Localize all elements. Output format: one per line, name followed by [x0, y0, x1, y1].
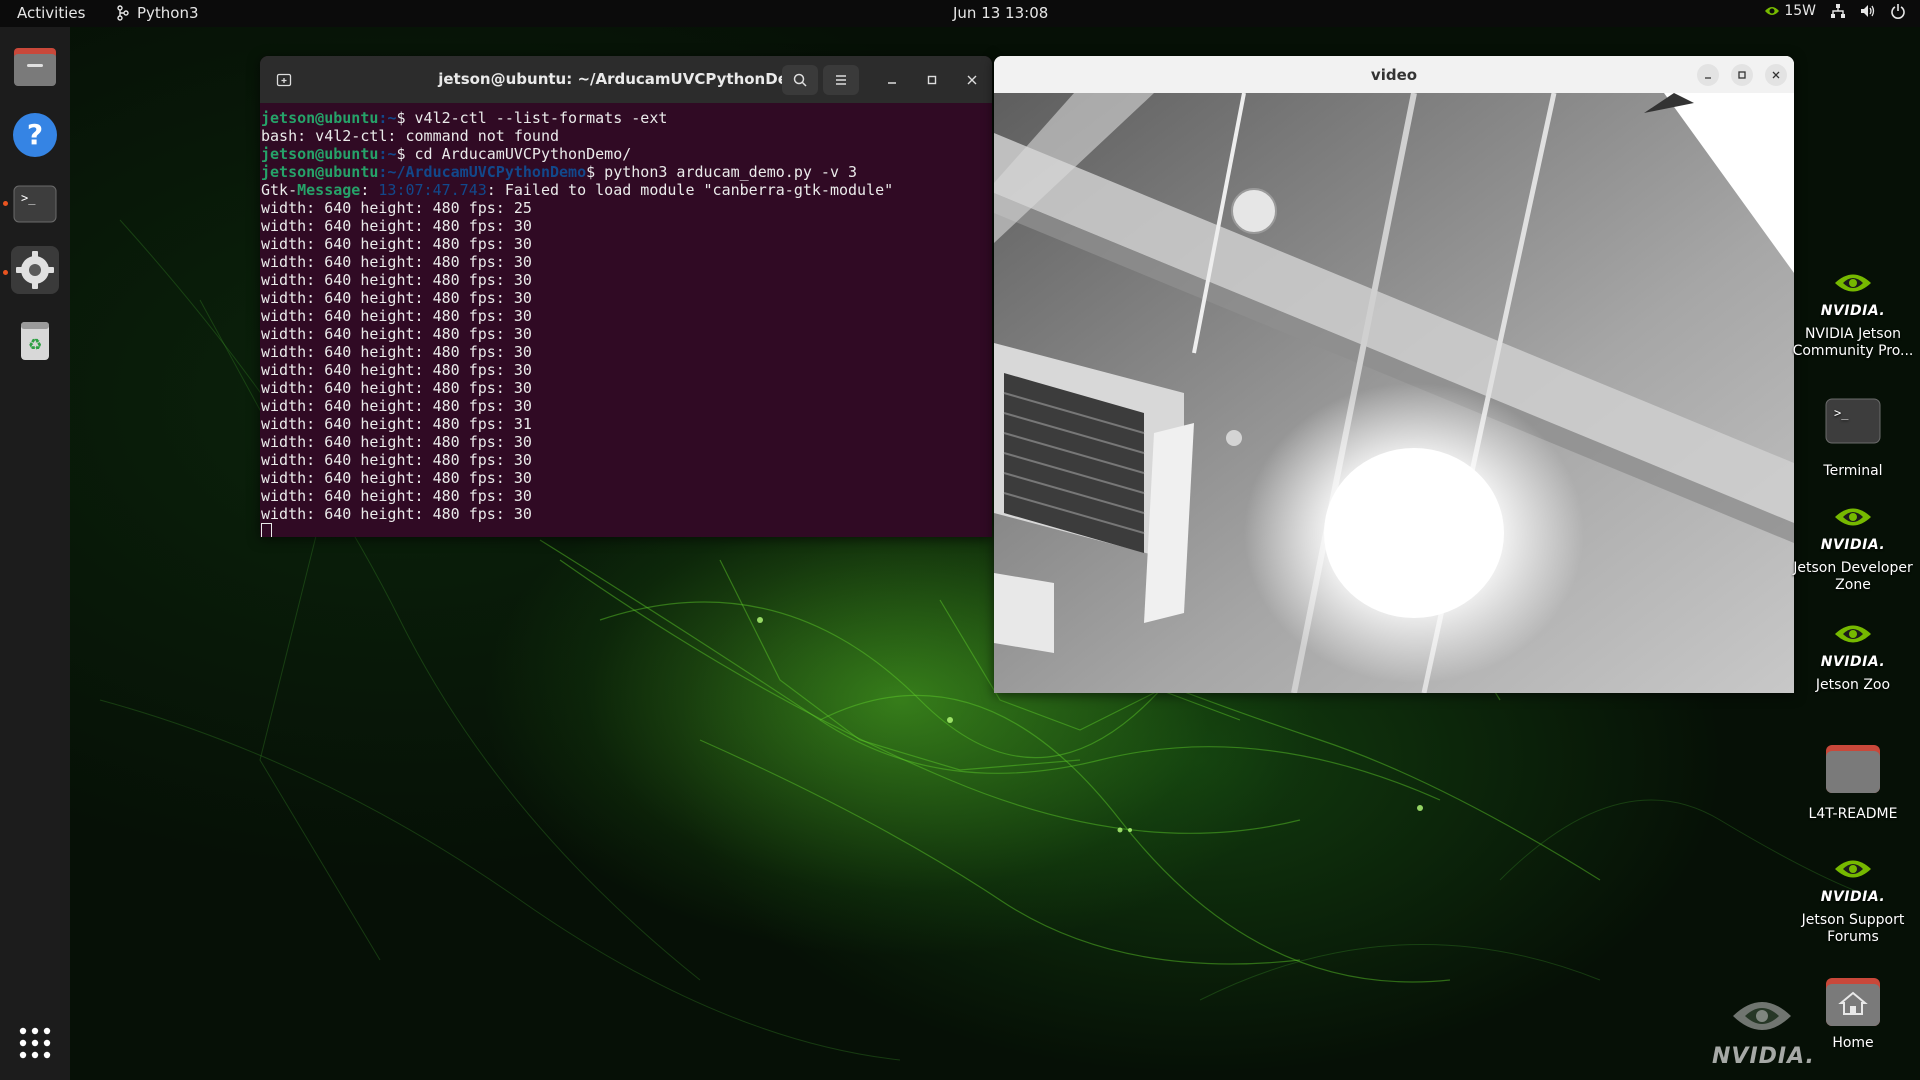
terminal-line: width: 640 height: 480 fps: 30	[261, 361, 532, 379]
desktop-icon-label: Jetson Developer Zone	[1793, 560, 1913, 593]
svg-text:?: ?	[27, 118, 43, 151]
files-icon[interactable]	[11, 42, 59, 90]
video-titlebar[interactable]: video	[994, 56, 1794, 93]
python-app-icon	[117, 5, 129, 21]
svg-text:>_: >_	[21, 191, 36, 205]
minimize-icon	[1705, 77, 1711, 79]
nvidia-eye-icon	[1733, 1002, 1791, 1030]
terminal-window[interactable]: jetson@ubuntu: ~/ArducamUVCPythonDemo je…	[260, 56, 992, 537]
help-icon[interactable]: ?	[11, 111, 59, 159]
clock[interactable]: Jun 13 13:08	[953, 4, 1048, 22]
power-mode-indicator[interactable]: 15W	[1764, 3, 1816, 19]
nvidia-logo-icon: NVIDIA.	[1821, 500, 1885, 556]
terminal-line: width: 640 height: 480 fps: 30	[261, 469, 532, 487]
desktop-icon-terminal[interactable]: >_ Terminal	[1790, 393, 1916, 480]
terminal-line: width: 640 height: 480 fps: 30	[261, 343, 532, 361]
terminal-line: width: 640 height: 480 fps: 25	[261, 199, 532, 217]
terminal-line: jetson@ubuntu:~$ v4l2-ctl --list-formats…	[261, 109, 668, 127]
terminal-titlebar[interactable]: jetson@ubuntu: ~/ArducamUVCPythonDemo	[260, 56, 992, 103]
camera-frame	[994, 92, 1794, 693]
desktop-icon-support-forums[interactable]: NVIDIA. Jetson Support Forums	[1790, 852, 1916, 946]
desktop-icon-label: Jetson Support Forums	[1801, 912, 1905, 945]
menu-button[interactable]	[823, 65, 859, 95]
maximize-icon	[1738, 71, 1746, 79]
search-icon	[793, 73, 807, 87]
text-cursor	[261, 523, 272, 537]
app-menu-label: Python3	[137, 4, 199, 22]
power-mode-label: 15W	[1784, 3, 1816, 19]
close-icon	[1772, 71, 1780, 79]
terminal-line: bash: v4l2-ctl: command not found	[261, 127, 560, 145]
desktop-icon-label: Jetson Zoo	[1815, 677, 1891, 693]
terminal-line: width: 640 height: 480 fps: 30	[261, 253, 532, 271]
app-menu[interactable]: Python3	[115, 4, 199, 22]
maximize-icon	[927, 75, 937, 85]
terminal-line: width: 640 height: 480 fps: 30	[261, 379, 532, 397]
terminal-icon: >_	[1824, 393, 1882, 449]
settings-icon[interactable]	[11, 246, 59, 294]
terminal-output[interactable]: jetson@ubuntu:~$ v4l2-ctl --list-formats…	[260, 103, 992, 537]
nvidia-logo-icon: NVIDIA.	[1821, 617, 1885, 673]
terminal-line: width: 640 height: 480 fps: 31	[261, 415, 532, 433]
terminal-line: width: 640 height: 480 fps: 30	[261, 433, 532, 451]
minimize-button[interactable]	[1697, 64, 1719, 86]
nvidia-logo-icon: NVIDIA.	[1821, 266, 1885, 322]
desktop-icon-developer-zone[interactable]: NVIDIA. Jetson Developer Zone	[1790, 500, 1916, 594]
camera-image	[994, 92, 1794, 693]
video-title: video	[1370, 66, 1418, 84]
desktop-icon-nvidia-community[interactable]: NVIDIA. NVIDIA Jetson Community Pro...	[1790, 266, 1916, 360]
home-folder-icon	[1824, 973, 1882, 1029]
trash-icon[interactable]: ♻	[11, 316, 59, 364]
svg-text:♻: ♻	[28, 335, 42, 354]
folder-icon	[1824, 740, 1882, 796]
desktop-icon-label: Terminal	[1823, 463, 1883, 479]
top-bar: Activities Python3 Jun 13 13:08 15W	[0, 0, 1920, 27]
running-indicator	[3, 270, 8, 275]
desktop-icon-label: NVIDIA Jetson Community Pro...	[1792, 326, 1914, 359]
maximize-button[interactable]	[914, 65, 950, 95]
running-indicator	[3, 201, 8, 206]
nvidia-watermark: NVIDIA.	[1712, 992, 1814, 1069]
minimize-icon	[888, 82, 896, 84]
terminal-line: jetson@ubuntu:~$ cd ArducamUVCPythonDemo…	[261, 145, 632, 163]
close-button[interactable]	[954, 65, 990, 95]
terminal-line: width: 640 height: 480 fps: 30	[261, 235, 532, 253]
maximize-button[interactable]	[1731, 64, 1753, 86]
dock: ? >_ ♻	[0, 27, 70, 1080]
terminal-line: width: 640 height: 480 fps: 30	[261, 505, 532, 523]
close-icon	[967, 75, 977, 85]
app-grid-icon[interactable]	[11, 1019, 59, 1067]
power-icon	[1891, 4, 1905, 19]
terminal-line: Gtk-Message: 13:07:47.743: Failed to loa…	[261, 181, 894, 199]
desktop-icon-l4t-readme[interactable]: L4T-README	[1790, 740, 1916, 823]
search-button[interactable]	[782, 65, 818, 95]
terminal-line: width: 640 height: 480 fps: 30	[261, 325, 532, 343]
terminal-line: width: 640 height: 480 fps: 30	[261, 289, 532, 307]
terminal-line: jetson@ubuntu:~/ArducamUVCPythonDemo$ py…	[261, 163, 858, 181]
volume-icon	[1861, 5, 1875, 17]
terminal-line: width: 640 height: 480 fps: 30	[261, 397, 532, 415]
hamburger-icon	[836, 75, 846, 85]
svg-text:>_: >_	[1834, 406, 1849, 420]
terminal-line: width: 640 height: 480 fps: 30	[261, 307, 532, 325]
terminal-line: width: 640 height: 480 fps: 30	[261, 451, 532, 469]
activities-button[interactable]: Activities	[17, 4, 85, 22]
nvidia-eye-icon	[1765, 7, 1780, 15]
network-icon	[1831, 4, 1845, 18]
terminal-line: width: 640 height: 480 fps: 30	[261, 271, 532, 289]
terminal-line: width: 640 height: 480 fps: 30	[261, 487, 532, 505]
minimize-button[interactable]	[874, 65, 910, 95]
system-tray[interactable]: 15W	[1764, 3, 1906, 19]
nvidia-logo-icon: NVIDIA.	[1821, 852, 1885, 908]
video-window[interactable]: video	[994, 56, 1794, 693]
desktop-icon-jetson-zoo[interactable]: NVIDIA. Jetson Zoo	[1790, 617, 1916, 694]
terminal-line	[261, 523, 992, 537]
terminal-icon[interactable]: >_	[11, 180, 59, 228]
close-button[interactable]	[1765, 64, 1787, 86]
desktop-icon-label: L4T-README	[1808, 806, 1898, 822]
terminal-line: width: 640 height: 480 fps: 30	[261, 217, 532, 235]
